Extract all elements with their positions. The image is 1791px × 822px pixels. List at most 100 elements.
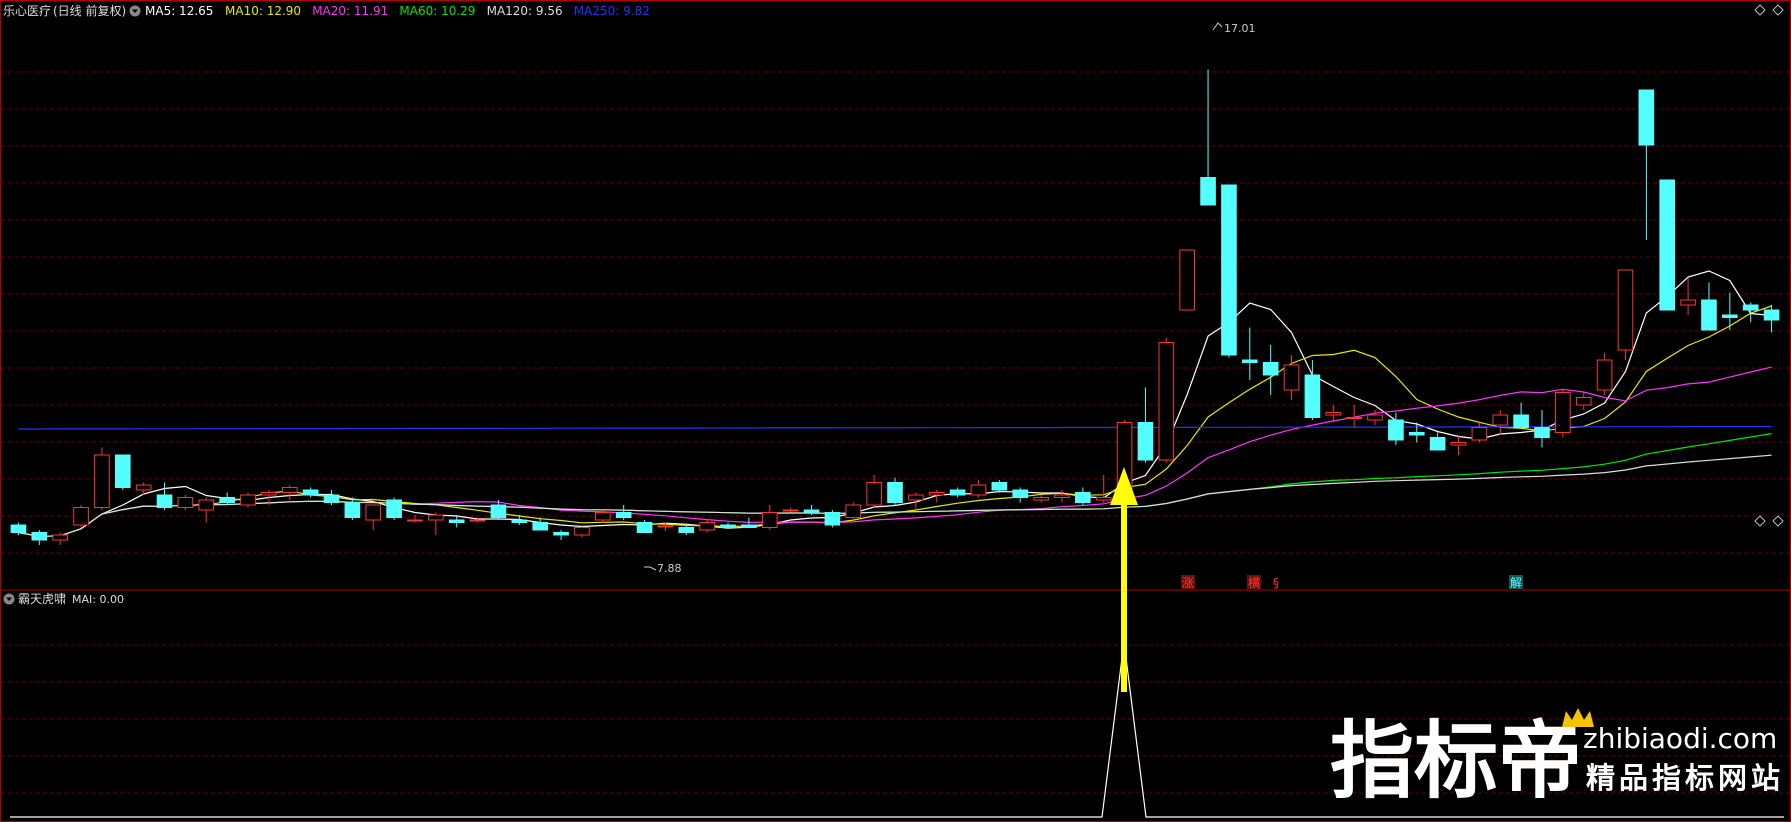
candle-body-down: [1513, 414, 1529, 428]
candle: [1555, 390, 1571, 438]
candle: [1137, 387, 1154, 463]
candle-body-up: [261, 492, 277, 496]
candle-body-down: [1012, 489, 1029, 498]
collapse-icon-2[interactable]: [1754, 515, 1766, 527]
candle: [678, 525, 695, 535]
candle-body-up: [1054, 494, 1070, 498]
indicator-dropdown-icon[interactable]: [3, 593, 15, 605]
low-price-marker: 7.88: [644, 562, 682, 575]
candle: [1638, 89, 1655, 240]
candle-body-down: [490, 504, 507, 518]
candle: [991, 480, 1008, 493]
candle-body-up: [428, 514, 444, 521]
ma-legend-item: MA20: 11.91: [312, 4, 388, 18]
candle-body-down: [1763, 309, 1780, 321]
candle-body-up: [1346, 417, 1362, 419]
ma-legend-item: MA10: 12.90: [225, 4, 301, 18]
candle-body-up: [281, 487, 298, 493]
expand-icon[interactable]: [1772, 4, 1784, 16]
candle-body-down: [532, 522, 549, 531]
candle: [1492, 410, 1509, 435]
candle: [386, 497, 402, 520]
candle-body-up: [1492, 414, 1509, 426]
candle-body-down: [1241, 359, 1258, 363]
candle-body-up: [73, 507, 89, 526]
candle-body-up: [365, 504, 382, 521]
chart-border: [0, 0, 1791, 822]
candle-body-down: [1429, 437, 1446, 451]
header-dropdown-icon[interactable]: [129, 5, 141, 17]
candle-body-up: [1325, 412, 1342, 416]
candle-body-down: [323, 494, 340, 503]
candle: [574, 525, 590, 538]
candle: [699, 520, 715, 533]
candle-body-up: [94, 454, 110, 508]
candle-body-down: [1200, 177, 1216, 206]
candle: [720, 522, 736, 528]
candle: [219, 492, 235, 505]
candle-body-up: [1033, 497, 1049, 501]
candle-body-up: [240, 494, 256, 506]
window-controls: [1754, 4, 1784, 527]
candle-body-down: [553, 532, 569, 536]
indicator-header: 霸天虎啸 MAI: 0.00: [3, 592, 124, 606]
candle-body-up: [177, 497, 194, 508]
candle-body-up: [1283, 364, 1300, 391]
candle-body-up: [845, 504, 862, 518]
candle-body-down: [887, 482, 903, 503]
candle-body-up: [970, 484, 987, 496]
candle: [73, 505, 89, 528]
candle: [1763, 305, 1780, 333]
candle-body-down: [1742, 304, 1759, 311]
candle: [198, 497, 215, 523]
candle: [1429, 432, 1446, 451]
signal-mark: §: [1273, 576, 1279, 590]
candle: [1471, 422, 1488, 443]
candle-body-up: [657, 525, 674, 528]
candle-body-down: [344, 502, 361, 518]
candle-body-down: [1659, 179, 1676, 311]
candle: [323, 490, 340, 505]
candle: [970, 480, 987, 498]
watermark: 指标帝 zhibiaodi.com 精品指标网站: [1330, 708, 1780, 810]
main-header: 乐心医疗 (日线 前复权) MA5: 12.65 MA10: 12.90 MA20:…: [3, 3, 650, 18]
collapse-icon[interactable]: [1754, 4, 1766, 16]
candle-body-down: [1304, 374, 1321, 418]
expand-icon-2[interactable]: [1772, 515, 1784, 527]
candle: [866, 475, 882, 508]
signal-mark-label: §: [1273, 576, 1279, 590]
candle-body-down: [31, 532, 48, 541]
stock-chart[interactable]: 乐心医疗 (日线 前复权) MA5: 12.65 MA10: 12.90 MA20:…: [0, 0, 1791, 822]
candle: [1262, 345, 1279, 395]
high-price-marker: 17.01: [1212, 22, 1256, 35]
candle-body-down: [448, 519, 465, 523]
signal-mark-label: 横: [1248, 576, 1260, 590]
candle: [1680, 277, 1696, 315]
candle-body-down: [991, 482, 1008, 491]
candle-body-down: [1722, 314, 1738, 318]
signal-marks: 涨 横 § 解: [1181, 575, 1523, 590]
candle-body-down: [615, 512, 632, 518]
candle: [240, 492, 256, 508]
candle-body-down: [10, 524, 27, 533]
candle-body-up: [198, 499, 215, 511]
candle: [845, 502, 862, 520]
candle: [1054, 490, 1070, 503]
candle-body-down: [1388, 419, 1404, 441]
candle-body-down: [1262, 362, 1279, 376]
signal-mark: 横: [1247, 575, 1261, 590]
watermark-brand: 指标帝: [1330, 712, 1582, 810]
candle: [636, 520, 653, 533]
candle-body-down: [386, 499, 402, 518]
candle: [114, 454, 131, 490]
signal-arrow: [1110, 467, 1138, 692]
chart-mode: (日线 前复权): [53, 3, 126, 18]
candle: [281, 485, 298, 500]
candle-body-down: [302, 489, 319, 496]
ma-legend: MA5: 12.65 MA10: 12.90 MA20: 11.91 MA60: 10…: [145, 4, 650, 18]
candle: [1221, 184, 1237, 358]
indicator-ma-value: MAI: 0.00: [72, 593, 124, 606]
candle: [949, 487, 966, 498]
candle-body-down: [1075, 492, 1091, 503]
candle: [1033, 495, 1049, 503]
